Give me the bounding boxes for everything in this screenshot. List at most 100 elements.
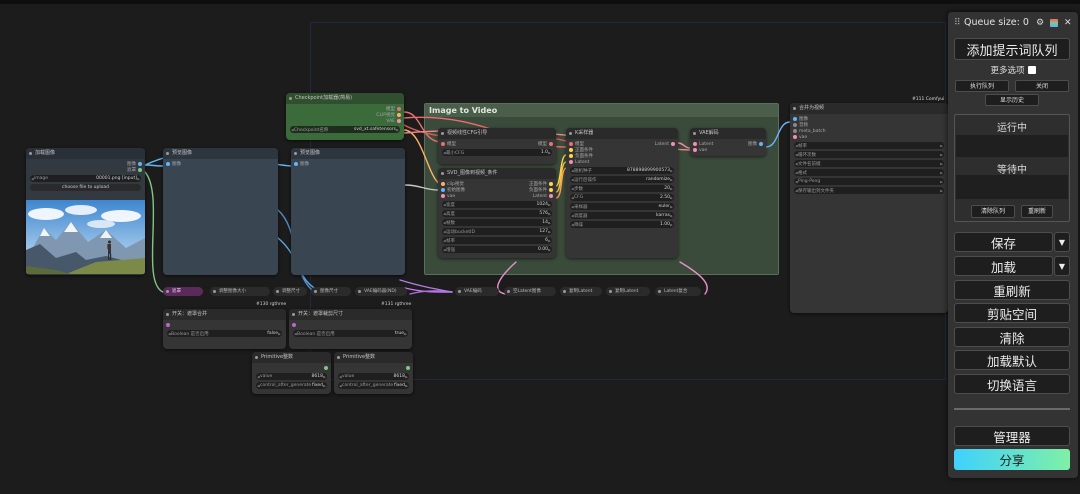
output-slot[interactable] — [324, 366, 328, 370]
queue-prompt-button[interactable]: 添加提示词队列 — [954, 38, 1070, 60]
denoise-widget[interactable]: 降噪 1.00 — [570, 221, 674, 228]
vae-decode-node[interactable]: VAE解码 Latent 图像 vae — [690, 128, 766, 156]
video-combine-node[interactable]: 合并为视频 图像 音频 meta_batch vae 帧率 循环次数 文件名前缀… — [790, 103, 948, 313]
input-slot[interactable] — [793, 135, 797, 139]
node-canvas[interactable]: Image to Video 加载图像 图像 遮罩 ◀ image 00001.… — [0, 0, 1080, 494]
input-slot[interactable] — [441, 142, 445, 146]
frames-widget[interactable]: 帧数 14 — [442, 219, 552, 226]
save-button[interactable]: 保存 — [954, 232, 1053, 252]
more-options-checkbox[interactable] — [1027, 66, 1036, 74]
input-slot[interactable] — [292, 323, 296, 327]
collapsed-node[interactable]: VAE编码器(ND) — [355, 287, 407, 296]
gear-icon[interactable]: ⚙ — [1036, 16, 1044, 30]
clipspace-button[interactable]: 剪贴空间 — [954, 303, 1070, 323]
output-slot[interactable] — [397, 119, 401, 123]
cfg-widget[interactable]: CFG 2.50 — [570, 194, 674, 201]
sampler-widget[interactable]: 采样器 euler — [570, 203, 674, 210]
output-slot[interactable] — [138, 162, 142, 166]
output-slot[interactable] — [549, 182, 553, 186]
share-button[interactable]: 分享 — [954, 449, 1070, 470]
filename-prefix-widget[interactable]: 文件名前缀 — [794, 160, 944, 167]
view-history-button[interactable]: 显示历史 — [985, 94, 1039, 106]
height-widget[interactable]: 高度 576 — [442, 210, 552, 217]
output-slot[interactable] — [549, 188, 553, 192]
close-queue-button[interactable]: 关闭 — [1015, 80, 1069, 92]
format-widget[interactable]: 格式 — [794, 169, 944, 176]
close-icon[interactable]: ✕ — [1064, 16, 1072, 30]
collapsed-node[interactable]: 复制Latent — [606, 287, 650, 296]
input-slot[interactable] — [441, 194, 445, 198]
execute-queue-button[interactable]: 执行队列 — [955, 80, 1009, 92]
input-slot[interactable] — [294, 162, 298, 166]
scheduler-widget[interactable]: 调度器 karras — [570, 212, 674, 219]
collapsed-node[interactable]: 图像尺寸 — [311, 287, 351, 296]
load-dropdown-icon[interactable]: ▼ — [1054, 256, 1070, 276]
svd-img2vid-conditioning-node[interactable]: SVD_图像到视频_条件 clip视觉 正面条件 初始图像 负面条件 vae Late… — [438, 168, 556, 258]
load-image-node[interactable]: 加载图像 图像 遮罩 image00001.png [input] choose… — [26, 148, 145, 275]
output-slot[interactable] — [397, 107, 401, 111]
collapsed-node[interactable]: 空Latent图像 — [504, 287, 556, 296]
fps-widget[interactable]: 帧率 6 — [442, 237, 552, 244]
image-select-widget[interactable]: image 00001.png [input] — [30, 175, 141, 182]
primitive-int-node-2[interactable]: Primitive整数 value 8618 control_after_gene… — [334, 352, 413, 394]
collapsed-node[interactable]: 调整尺寸 — [273, 287, 307, 296]
checkpoint-name-widget[interactable]: Checkpoint名称 svd_xt.safetensors — [290, 126, 400, 133]
seed-widget[interactable]: 随机种子 878898899900573 — [570, 167, 674, 174]
load-button[interactable]: 加载 — [954, 256, 1053, 276]
preview-image-node-1[interactable]: 预览图像 图像 — [163, 148, 278, 275]
switch-node-2[interactable]: 开关：遮罩裁剪尺寸 Boolean 是否启用 true — [289, 309, 412, 349]
input-slot[interactable] — [569, 160, 573, 164]
value-widget[interactable]: value 8618 — [256, 373, 327, 380]
clear-queue-button[interactable]: 清除队列 — [971, 205, 1015, 218]
min-cfg-widget[interactable]: 最小CFG 1.0 — [442, 149, 552, 156]
refresh-button[interactable]: 重刷新 — [954, 280, 1070, 300]
output-slot[interactable] — [397, 113, 401, 117]
upload-button[interactable]: choose file to upload — [30, 184, 141, 191]
preview-image-node-2[interactable]: 预览图像 图像 — [291, 148, 405, 275]
input-slot[interactable] — [441, 188, 445, 192]
input-slot[interactable] — [793, 123, 797, 127]
output-slot[interactable] — [406, 366, 410, 370]
motion-bucket-widget[interactable]: 运动bucketID 127 — [442, 228, 552, 235]
video-linear-cfg-node[interactable]: 视频线性CFG引导 模型 模型 最小CFG 1.0 — [438, 128, 556, 164]
boolean-toggle[interactable]: Boolean 是否启用 true — [293, 330, 408, 337]
refresh-queue-button[interactable]: 重刷新 — [1021, 205, 1053, 218]
collapsed-node[interactable]: 调整图像大小 — [210, 287, 270, 296]
output-slot[interactable] — [671, 142, 675, 146]
collapsed-node[interactable]: VAE编码 — [455, 287, 499, 296]
value-widget[interactable]: value 8618 — [338, 373, 409, 380]
width-widget[interactable]: 宽度 1024 — [442, 201, 552, 208]
input-slot[interactable] — [569, 142, 573, 146]
frame-rate-widget[interactable]: 帧率 — [794, 142, 944, 149]
input-slot[interactable] — [569, 148, 573, 152]
queue-panel[interactable]: ⠿ Queue size: 0 ⚙ ✕ 添加提示词队列 更多选项 执行队列 关闭… — [948, 12, 1078, 478]
manager-button[interactable]: 管理器 — [954, 426, 1070, 446]
augmentation-widget[interactable]: 增强 0.00 — [442, 246, 552, 253]
switch-language-button[interactable]: 切换语言 — [954, 374, 1070, 394]
input-slot[interactable] — [166, 323, 170, 327]
input-slot[interactable] — [569, 154, 573, 158]
input-slot[interactable] — [793, 117, 797, 121]
switch-node-1[interactable]: 开关：遮罩合并 Boolean 是否启用 false — [163, 309, 286, 349]
clear-button[interactable]: 清除 — [954, 327, 1070, 347]
control-widget[interactable]: control_after_generatefixed — [338, 382, 409, 389]
output-slot[interactable] — [549, 194, 553, 198]
input-slot[interactable] — [793, 129, 797, 133]
input-slot[interactable] — [166, 162, 170, 166]
ksampler-node[interactable]: K采样器 模型Latent 正面条件 负面条件 Latent 随机种子87889… — [566, 128, 678, 258]
load-default-button[interactable]: 加载默认 — [954, 350, 1070, 370]
collapsed-node[interactable]: 复制Latent — [560, 287, 602, 296]
input-slot[interactable] — [693, 142, 697, 146]
pingpong-widget[interactable]: Ping-Pong — [794, 178, 944, 185]
boolean-toggle[interactable]: Boolean 是否启用 false — [167, 330, 282, 337]
collapsed-node[interactable]: 遮罩 — [163, 287, 203, 296]
collapsed-node[interactable]: Latent复合 — [655, 287, 701, 296]
steps-widget[interactable]: 步数 20 — [570, 185, 674, 192]
panel-header[interactable]: ⠿ Queue size: 0 ⚙ ✕ — [952, 16, 1074, 30]
output-slot[interactable] — [549, 142, 553, 146]
chart-icon[interactable] — [1050, 19, 1058, 27]
save-dropdown-icon[interactable]: ▼ — [1054, 232, 1070, 252]
output-slot[interactable] — [138, 168, 142, 172]
control-after-generate-widget[interactable]: 运行后操作 randomize — [570, 176, 674, 183]
checkpoint-loader-node[interactable]: Checkpoint加载器(简易) 模型 CLIP视觉 VAE Checkpoi… — [286, 93, 404, 140]
